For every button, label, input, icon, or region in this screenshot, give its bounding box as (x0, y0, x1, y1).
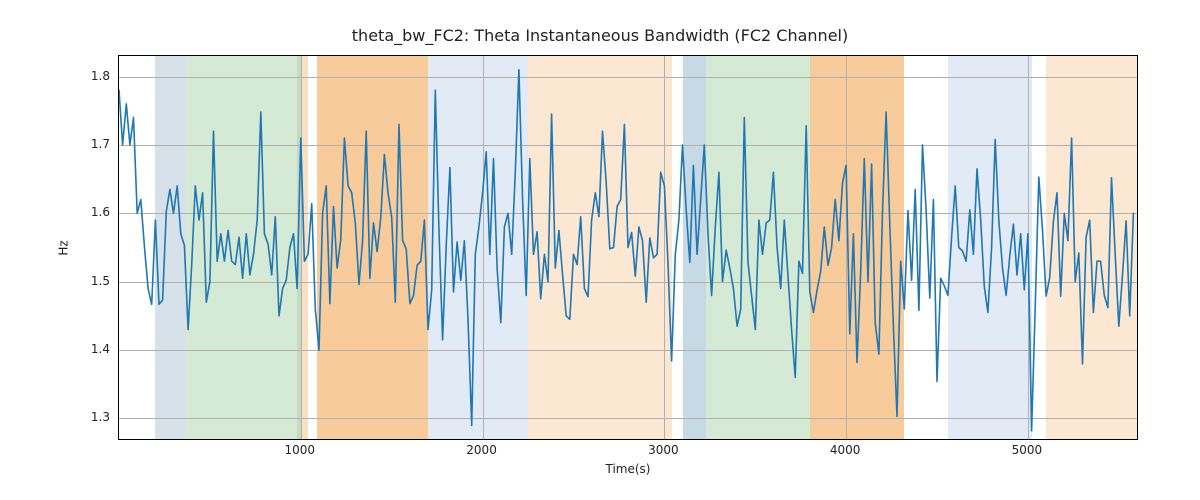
x-tick: 1000 (285, 443, 316, 457)
y-tick: 1.6 (74, 205, 110, 219)
y-tick: 1.4 (74, 342, 110, 356)
y-axis-label: Hz (56, 55, 72, 440)
x-tick: 5000 (1012, 443, 1043, 457)
figure: theta_bw_FC2: Theta Instantaneous Bandwi… (0, 0, 1200, 500)
x-tick: 2000 (466, 443, 497, 457)
chart-title: theta_bw_FC2: Theta Instantaneous Bandwi… (0, 26, 1200, 45)
y-tick: 1.3 (74, 410, 110, 424)
y-tick: 1.8 (74, 69, 110, 83)
y-tick: 1.7 (74, 137, 110, 151)
x-axis-label: Time(s) (118, 462, 1138, 476)
line-series (119, 56, 1137, 439)
x-tick: 3000 (648, 443, 679, 457)
plot-area (118, 55, 1138, 440)
x-tick: 4000 (830, 443, 861, 457)
y-tick: 1.5 (74, 274, 110, 288)
